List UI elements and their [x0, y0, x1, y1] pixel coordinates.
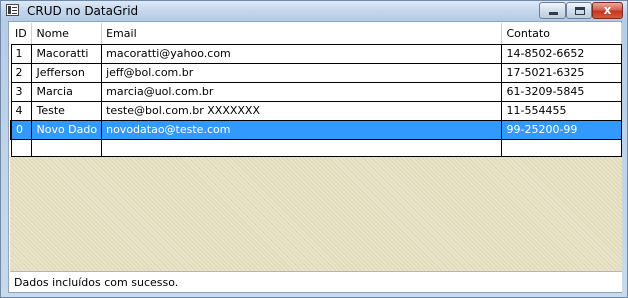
cell-contato-new[interactable]: [501, 138, 622, 157]
table-row[interactable]: 3 Marcia marcia@uol.com.br 61-3209-5845: [10, 81, 622, 102]
cell-id[interactable]: 2: [10, 62, 33, 83]
close-icon: x: [603, 3, 612, 17]
app-icon[interactable]: [6, 4, 19, 16]
close-button[interactable]: x: [592, 2, 623, 19]
table-row-selected[interactable]: 0 Novo Dado novodatao@teste.com 99-25200…: [10, 119, 622, 140]
cell-email[interactable]: marcia@uol.com.br: [101, 81, 503, 102]
minimize-button[interactable]: [539, 2, 566, 19]
cell-id[interactable]: 0: [10, 119, 33, 140]
title-bar[interactable]: CRUD no DataGrid x: [1, 1, 627, 21]
maximize-icon: [575, 7, 585, 15]
cell-nome-new[interactable]: [31, 138, 103, 157]
cell-email-new[interactable]: [101, 138, 503, 157]
app-window: CRUD no DataGrid x ID Nome Email Contato…: [0, 0, 628, 298]
cell-email[interactable]: novodatao@teste.com: [101, 119, 503, 140]
status-bar: Dados incluídos com sucesso.: [10, 271, 622, 292]
cell-nome[interactable]: Teste: [31, 100, 103, 121]
cell-id[interactable]: 3: [10, 81, 33, 102]
grid-header-row: ID Nome Email Contato: [11, 23, 622, 45]
cell-email[interactable]: jeff@bol.com.br: [101, 62, 503, 83]
client-area: ID Nome Email Contato 1 Macoratti macora…: [8, 21, 622, 293]
minimize-icon: [549, 12, 558, 15]
cell-contato[interactable]: 17-5021-6325: [501, 62, 622, 83]
cell-id[interactable]: 4: [10, 100, 33, 121]
cell-nome[interactable]: Macoratti: [31, 43, 103, 64]
cell-contato[interactable]: 61-3209-5845: [501, 81, 622, 102]
cell-email[interactable]: macoratti@yahoo.com: [101, 43, 503, 64]
column-header-contato[interactable]: Contato: [501, 23, 622, 45]
new-row-placeholder[interactable]: [10, 138, 622, 157]
column-header-email[interactable]: Email: [101, 23, 503, 45]
status-message: Dados incluídos com sucesso.: [14, 276, 179, 289]
cell-id[interactable]: 1: [10, 43, 33, 64]
table-row[interactable]: 4 Teste teste@bol.com.br XXXXXXX 11-5544…: [10, 100, 622, 121]
cell-id-new[interactable]: [10, 138, 33, 157]
cell-nome[interactable]: Novo Dado: [31, 119, 103, 140]
cell-nome[interactable]: Jefferson: [31, 62, 103, 83]
data-grid[interactable]: ID Nome Email Contato 1 Macoratti macora…: [10, 23, 622, 271]
grid-table: ID Nome Email Contato 1 Macoratti macora…: [10, 23, 622, 157]
maximize-button[interactable]: [566, 2, 592, 19]
cell-email[interactable]: teste@bol.com.br XXXXXXX: [101, 100, 503, 121]
table-row[interactable]: 1 Macoratti macoratti@yahoo.com 14-8502-…: [10, 43, 622, 64]
window-title: CRUD no DataGrid: [27, 4, 139, 18]
cell-contato[interactable]: 14-8502-6652: [501, 43, 622, 64]
table-row[interactable]: 2 Jefferson jeff@bol.com.br 17-5021-6325: [10, 62, 622, 83]
column-header-id[interactable]: ID: [11, 23, 33, 45]
column-header-nome[interactable]: Nome: [31, 23, 103, 45]
cell-nome[interactable]: Marcia: [31, 81, 103, 102]
cell-contato[interactable]: 11-554455: [501, 100, 622, 121]
cell-contato[interactable]: 99-25200-99: [501, 119, 622, 140]
